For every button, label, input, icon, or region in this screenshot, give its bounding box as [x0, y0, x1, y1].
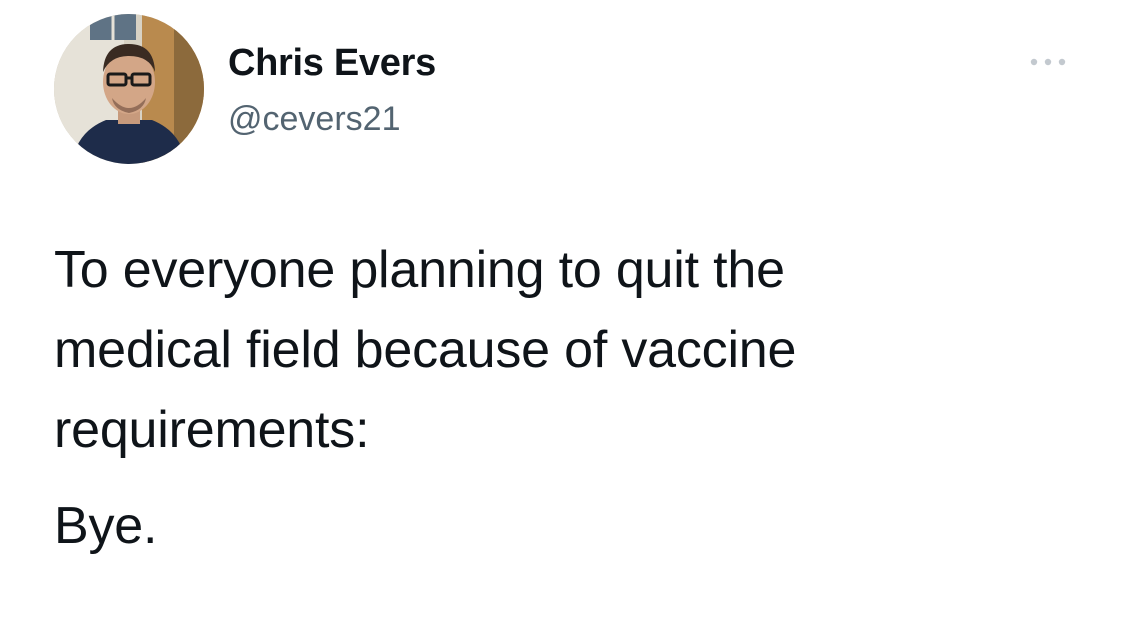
- profile-photo-icon: [54, 14, 204, 164]
- author-avatar[interactable]: [54, 14, 204, 164]
- author-display-name[interactable]: Chris Evers: [228, 40, 436, 86]
- tweet-text-line: medical field because of vaccine: [54, 321, 797, 379]
- tweet-body: To everyone planning to quit the medical…: [54, 230, 1074, 566]
- tweet-closing-text: Bye.: [54, 497, 158, 555]
- tweet-text-line: To everyone planning to quit the: [54, 241, 785, 299]
- more-horizontal-icon: [1030, 58, 1066, 66]
- more-options-button[interactable]: [1022, 44, 1074, 80]
- tweet-text-line: requirements:: [54, 401, 370, 459]
- author-handle[interactable]: @cevers21: [228, 98, 400, 140]
- tweet-card: Chris Evers @cevers21 To everyone planni…: [0, 0, 1125, 636]
